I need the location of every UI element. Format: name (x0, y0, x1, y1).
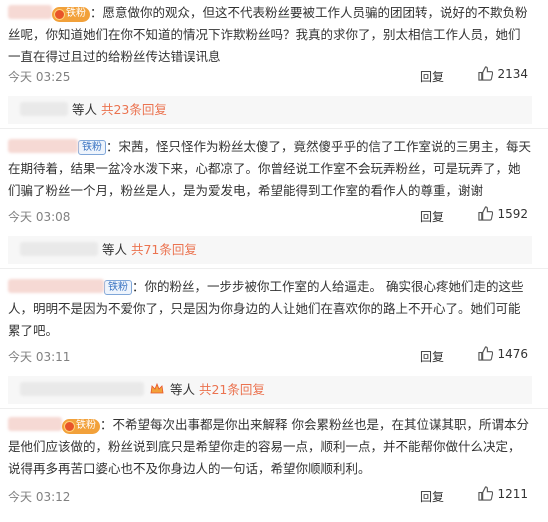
comment-text-block: 铁粉 ：你的粉丝，一步步被你工作室的人给逼走。 确实很心疼她们走的这些人，明明不是… (8, 276, 532, 342)
comment-time: 今天 03:08 (8, 210, 71, 224)
sub-replies-people: 等人 (169, 382, 195, 397)
replier-names (20, 242, 98, 256)
sub-replies-people: 等人 (71, 102, 97, 117)
crown-icon (150, 383, 164, 394)
like-button[interactable]: 1592 (478, 206, 528, 221)
like-button[interactable]: 1211 (478, 486, 528, 501)
comment-text-block: 铁粉 ：宋茜，怪只怪作为粉丝太傻了，竟然傻乎乎的信了工作室说的三男主，每天在期待着… (8, 136, 532, 202)
sub-replies-count[interactable]: 共23条回复 (101, 102, 167, 117)
comment-meta: 今天 03:12 回复 1211 (8, 486, 532, 506)
comment-time: 今天 03:12 (8, 490, 71, 504)
reply-button[interactable]: 回复 (420, 208, 444, 225)
divider (0, 268, 548, 269)
commenter-name[interactable] (8, 5, 52, 19)
commenter-name[interactable] (8, 139, 78, 153)
sub-replies-bar[interactable]: 等人 共21条回复 (8, 376, 532, 404)
fan-badge: 铁粉 (52, 7, 90, 22)
divider (0, 408, 548, 409)
comment-text-block: 铁粉 ：不希望每次出事都是你出来解释 你会累粉丝也是，在其位谋其职，所谓本分是他们… (8, 414, 532, 480)
like-count: 2134 (497, 67, 528, 81)
thumbs-up-icon (478, 486, 494, 501)
sub-replies-people: 等人 (101, 242, 127, 257)
thumbs-up-icon (478, 346, 494, 361)
like-count: 1592 (497, 207, 528, 221)
like-button[interactable]: 1476 (478, 346, 528, 361)
thumbs-up-icon (478, 66, 494, 81)
comment-time: 今天 03:25 (8, 70, 71, 84)
fan-badge: 铁粉 (104, 280, 132, 295)
thumbs-up-icon (478, 206, 494, 221)
sub-replies-bar[interactable]: 等人 共23条回复 (8, 96, 532, 124)
commenter-name[interactable] (8, 279, 104, 293)
sub-replies-count[interactable]: 共71条回复 (131, 242, 197, 257)
like-count: 1476 (497, 347, 528, 361)
reply-button[interactable]: 回复 (420, 348, 444, 365)
comment-meta: 今天 03:25 回复 2134 (8, 66, 532, 86)
reply-button[interactable]: 回复 (420, 68, 444, 85)
comment-time: 今天 03:11 (8, 350, 71, 364)
like-count: 1211 (497, 487, 528, 501)
comment-meta: 今天 03:11 回复 1476 (8, 346, 532, 366)
sub-replies-count[interactable]: 共21条回复 (199, 382, 265, 397)
commenter-name[interactable] (8, 417, 62, 431)
comment-meta: 今天 03:08 回复 1592 (8, 206, 532, 226)
divider (0, 128, 548, 129)
reply-button[interactable]: 回复 (420, 488, 444, 505)
fan-badge: 铁粉 (78, 140, 106, 155)
sub-replies-bar[interactable]: 等人 共71条回复 (8, 236, 532, 264)
fan-badge: 铁粉 (62, 419, 100, 434)
replier-names (20, 102, 68, 116)
replier-names (20, 382, 144, 396)
comment-text-block: 铁粉 ：愿意做你的观众，但这不代表粉丝要被工作人员骗的团团转，说好的不欺负粉丝呢，… (8, 2, 532, 68)
like-button[interactable]: 2134 (478, 66, 528, 81)
